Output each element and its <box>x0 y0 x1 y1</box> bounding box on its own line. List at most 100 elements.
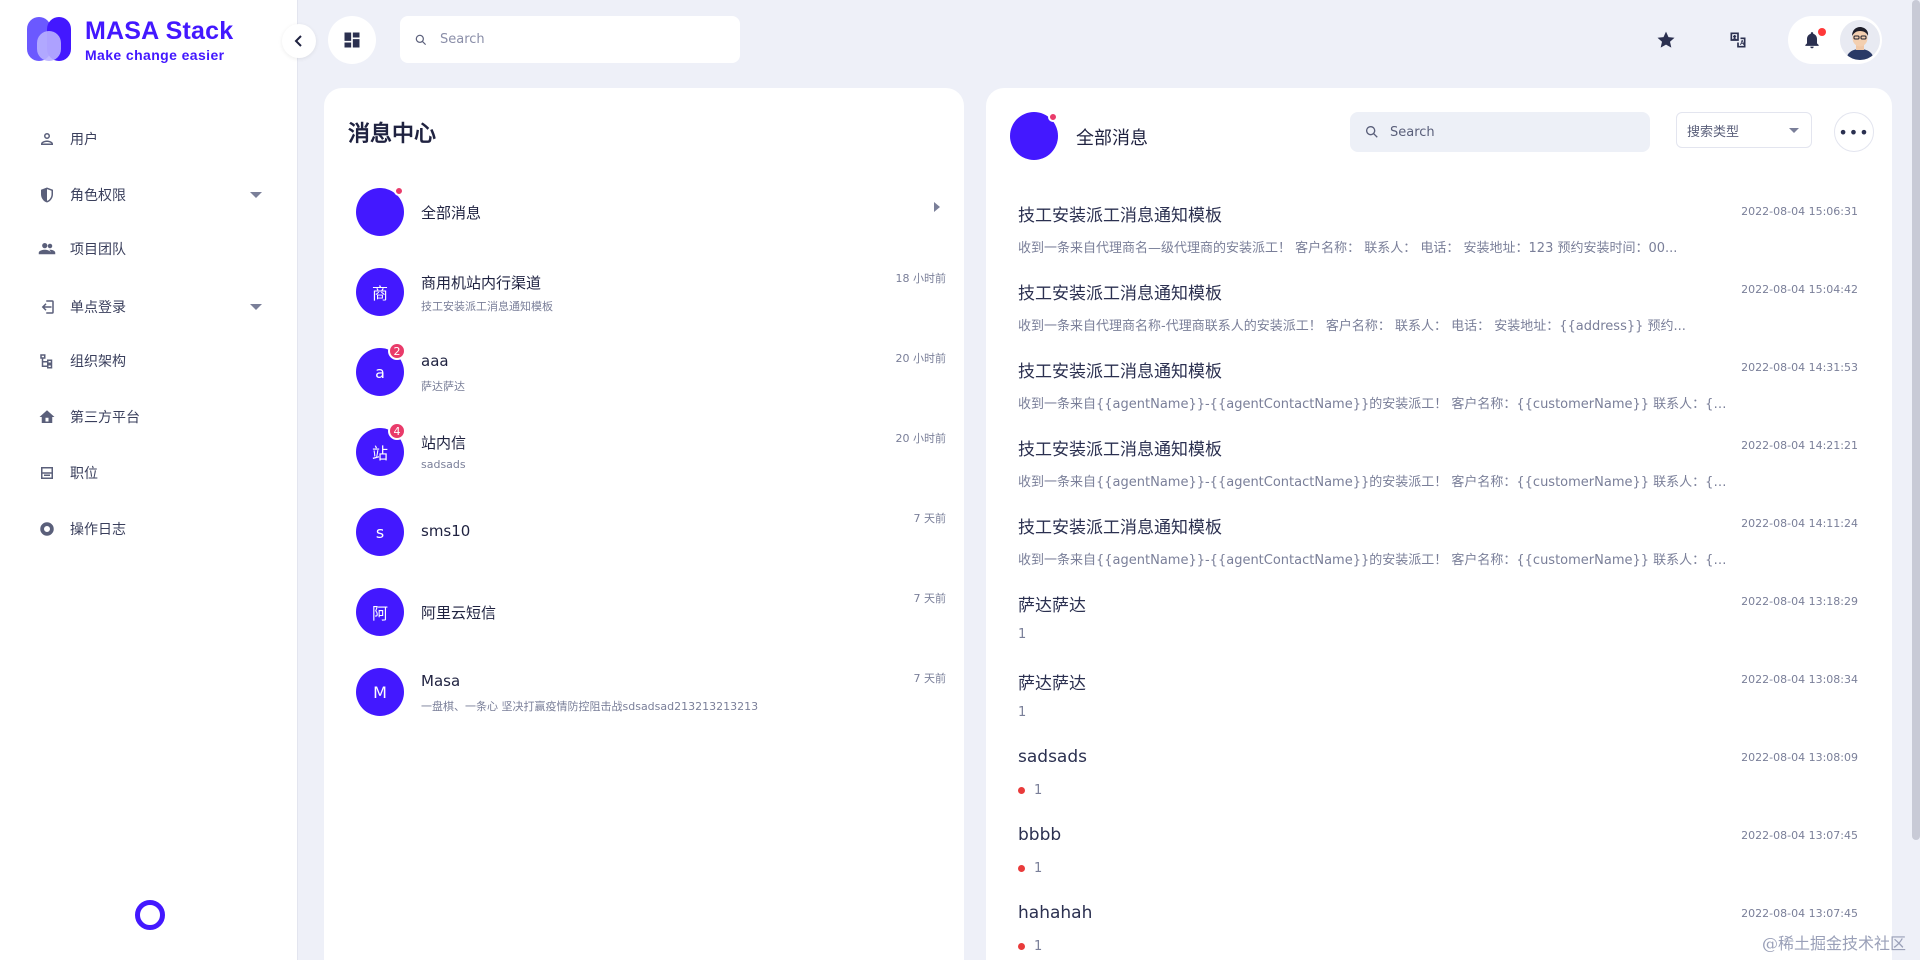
watermark-text: @稀土掘金技术社区 <box>1761 934 1906 953</box>
sidebar-item-org[interactable]: 组织架构 <box>0 334 298 388</box>
more-button[interactable]: ••• <box>1834 112 1874 152</box>
card-icon <box>41 467 53 479</box>
message-time: 2022-08-04 13:08:09 <box>1741 751 1858 764</box>
message-body: 1 <box>1018 705 1027 720</box>
message-item[interactable]: 技工安装派工消息通知模板 2022-08-04 14:21:21 收到一条来自{… <box>1018 435 1858 513</box>
search-icon <box>415 34 427 45</box>
message-body: 收到一条来自代理商名—级代理商的安装派工！ 客户名称： 联系人： 电话： 安装地… <box>1018 241 1678 256</box>
conversation-item[interactable]: a 2 aaa 萨达萨达 20 小时前 <box>356 338 946 408</box>
message-title: hahahah <box>1018 903 1093 923</box>
dashboard-icon <box>344 32 360 48</box>
collapse-sidebar-button[interactable] <box>282 24 316 58</box>
conversation-name: 全部消息 <box>421 204 482 222</box>
message-body: 收到一条来自{{agentName}}-{{agentContactName}}… <box>1018 475 1733 490</box>
message-body: 收到一条来自{{agentName}}-{{agentContactName}}… <box>1018 397 1733 412</box>
message-center-panel: 消息中心 全部消息 商 商用机站内行渠道 技工安装派工消息通知模板 18 小时前… <box>324 88 964 960</box>
sidebar-item-team[interactable]: 项目团队 <box>0 222 298 276</box>
message-time: 2022-08-04 14:31:53 <box>1741 361 1858 374</box>
translate-button[interactable] <box>1718 20 1758 60</box>
conversation-time: 7 天前 <box>913 592 947 605</box>
message-title: 技工安装派工消息通知模板 <box>1018 440 1222 460</box>
message-item[interactable]: 技工安装派工消息通知模板 2022-08-04 14:31:53 收到一条来自{… <box>1018 357 1858 435</box>
sidebar-item-position[interactable]: 职位 <box>0 446 298 500</box>
sidebar-item-user[interactable]: 用户 <box>0 112 298 166</box>
unread-dot <box>394 186 404 196</box>
team-icon <box>38 243 56 255</box>
chevron-down-icon[interactable] <box>250 304 262 310</box>
sidebar-item-label: 角色权限 <box>70 188 126 204</box>
search-type-select[interactable]: 搜索类型 <box>1676 112 1812 148</box>
message-item[interactable]: 萨达萨达 2022-08-04 13:08:34 1 <box>1018 669 1858 747</box>
more-icon: ••• <box>1838 122 1870 142</box>
unread-count-badge: 2 <box>388 342 406 360</box>
translate-icon <box>1730 32 1746 48</box>
unread-dot <box>1018 787 1025 794</box>
message-title: bbbb <box>1018 825 1062 845</box>
message-time: 2022-08-04 15:06:31 <box>1741 205 1858 218</box>
conversation-item[interactable]: 站 4 站内信 sadsads 20 小时前 <box>356 418 946 488</box>
message-time: 2022-08-04 14:11:24 <box>1741 517 1858 530</box>
conversation-item[interactable]: 商 商用机站内行渠道 技工安装派工消息通知模板 18 小时前 <box>356 258 946 328</box>
messages-title: 全部消息 <box>1076 128 1148 149</box>
shield-icon <box>41 187 53 203</box>
message-item[interactable]: 技工安装派工消息通知模板 2022-08-04 14:11:24 收到一条来自{… <box>1018 513 1858 591</box>
conversation-name: 站内信 <box>421 434 467 452</box>
message-item[interactable]: bbbb 2022-08-04 13:07:45 1 <box>1018 825 1858 903</box>
sidebar-item-oplog[interactable]: 操作日志 <box>0 502 298 556</box>
global-search-input[interactable] <box>440 32 700 47</box>
conversation-name: 商用机站内行渠道 <box>421 274 542 292</box>
sidebar-item-label: 用户 <box>70 132 98 148</box>
conversation-item[interactable]: 全部消息 <box>356 178 946 248</box>
sidebar-item-label: 项目团队 <box>70 242 126 258</box>
conversation-avatar: 阿 <box>356 588 404 636</box>
page-scrollbar[interactable] <box>1912 0 1920 840</box>
global-search[interactable] <box>400 16 740 63</box>
conversation-time: 7 天前 <box>913 512 947 525</box>
dashboard-button[interactable] <box>328 16 376 64</box>
message-time: 2022-08-04 14:21:21 <box>1741 439 1858 452</box>
message-title: 技工安装派工消息通知模板 <box>1018 284 1222 304</box>
conversation-item[interactable]: M Masa 一盘棋、一条心 坚决打赢疫情防控阻击战sdsadsad213213… <box>356 658 946 728</box>
sidebar-item-label: 第三方平台 <box>70 410 140 426</box>
chevron-left-icon <box>294 35 302 47</box>
message-item[interactable]: 萨达萨达 2022-08-04 13:18:29 1 <box>1018 591 1858 669</box>
sidebar-item-label: 组织架构 <box>70 354 126 370</box>
message-body: 1 <box>1034 783 1043 798</box>
record-icon <box>40 522 54 536</box>
message-title: 萨达萨达 <box>1018 674 1086 694</box>
favorites-button[interactable] <box>1646 20 1686 60</box>
message-title: 技工安装派工消息通知模板 <box>1018 518 1222 538</box>
conversation-preview: 技工安装派工消息通知模板 <box>421 300 553 313</box>
notification-dot <box>1818 28 1826 36</box>
sidebar-item-roles[interactable]: 角色权限 <box>0 168 298 222</box>
conversation-avatar: M <box>356 668 404 716</box>
conversation-name: aaa <box>421 352 449 370</box>
brand-subtitle: Make change easier <box>85 46 225 63</box>
message-item[interactable]: 技工安装派工消息通知模板 2022-08-04 15:06:31 收到一条来自代… <box>1018 201 1858 279</box>
conversation-time: 7 天前 <box>913 672 947 685</box>
conversation-preview: 萨达萨达 <box>421 380 465 393</box>
sidebar-item-sso[interactable]: 单点登录 <box>0 280 298 334</box>
message-item[interactable]: hahahah 2022-08-04 13:07:45 1 <box>1018 903 1858 960</box>
org-chart-icon <box>40 354 53 369</box>
unread-dot <box>1018 865 1025 872</box>
message-item[interactable]: sadsads 2022-08-04 13:08:09 1 <box>1018 747 1858 825</box>
conversation-item[interactable]: s sms10 7 天前 <box>356 498 946 568</box>
message-time: 2022-08-04 13:07:45 <box>1741 907 1858 920</box>
conversation-item[interactable]: 阿 阿里云短信 7 天前 <box>356 578 946 648</box>
avatar[interactable] <box>1840 20 1880 60</box>
message-time: 2022-08-04 13:07:45 <box>1741 829 1858 842</box>
brand-logo[interactable]: MASA Stack Make change easier <box>27 17 233 63</box>
message-body: 1 <box>1034 939 1043 954</box>
message-time: 2022-08-04 13:08:34 <box>1741 673 1858 686</box>
sidebar-item-third-party[interactable]: 第三方平台 <box>0 390 298 444</box>
chevron-down-icon[interactable] <box>250 192 262 198</box>
message-search[interactable] <box>1350 112 1650 152</box>
conversation-avatar: s <box>356 508 404 556</box>
message-item[interactable]: 技工安装派工消息通知模板 2022-08-04 15:04:42 收到一条来自代… <box>1018 279 1858 357</box>
star-icon <box>1657 31 1675 48</box>
conversation-time: 18 小时前 <box>895 272 947 285</box>
message-title: 技工安装派工消息通知模板 <box>1018 206 1222 226</box>
masa-logo-icon <box>27 17 73 63</box>
message-search-input[interactable] <box>1390 124 1630 140</box>
